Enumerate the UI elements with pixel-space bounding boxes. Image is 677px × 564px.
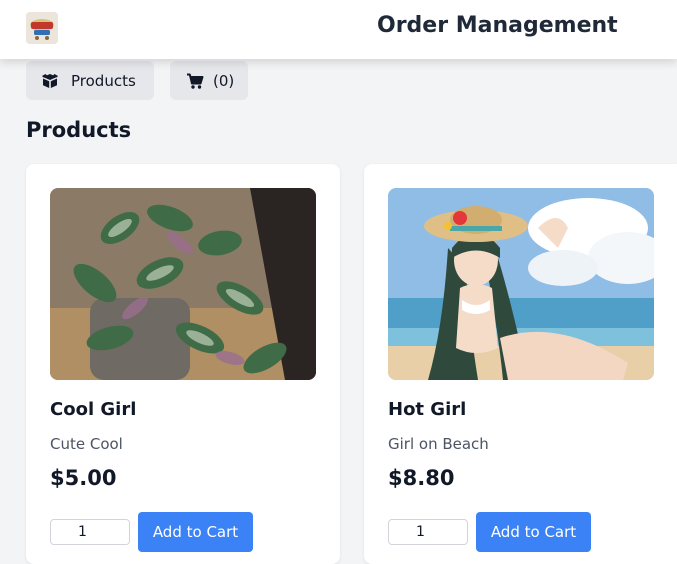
quantity-input[interactable] <box>50 519 130 545</box>
nav-cart-button[interactable]: (0) <box>170 61 248 100</box>
app-title: Order Management <box>377 13 618 38</box>
product-price: $5.00 <box>50 466 117 490</box>
box-icon <box>41 72 59 90</box>
product-price: $8.80 <box>388 466 455 490</box>
product-card: Hot Girl Girl on Beach $8.80 Add to Cart <box>364 164 677 564</box>
add-to-cart-button[interactable]: Add to Cart <box>138 512 253 552</box>
product-image <box>388 188 654 380</box>
add-to-cart-button[interactable]: Add to Cart <box>476 512 591 552</box>
section-title: Products <box>26 118 132 142</box>
product-description: Cute Cool <box>50 435 123 453</box>
nav-products-button[interactable]: Products <box>26 61 154 100</box>
cart-icon <box>186 72 204 90</box>
product-card: Cool Girl Cute Cool $5.00 Add to Cart <box>26 164 340 564</box>
cart-count: (0) <box>213 71 235 90</box>
product-image <box>50 188 316 380</box>
product-description: Girl on Beach <box>388 435 489 453</box>
shop-logo-icon[interactable] <box>26 12 58 44</box>
quantity-input[interactable] <box>388 519 468 545</box>
nav-products-label: Products <box>71 71 136 90</box>
product-name: Cool Girl <box>50 399 137 420</box>
product-name: Hot Girl <box>388 399 467 420</box>
app-header: Order Management <box>0 0 677 59</box>
